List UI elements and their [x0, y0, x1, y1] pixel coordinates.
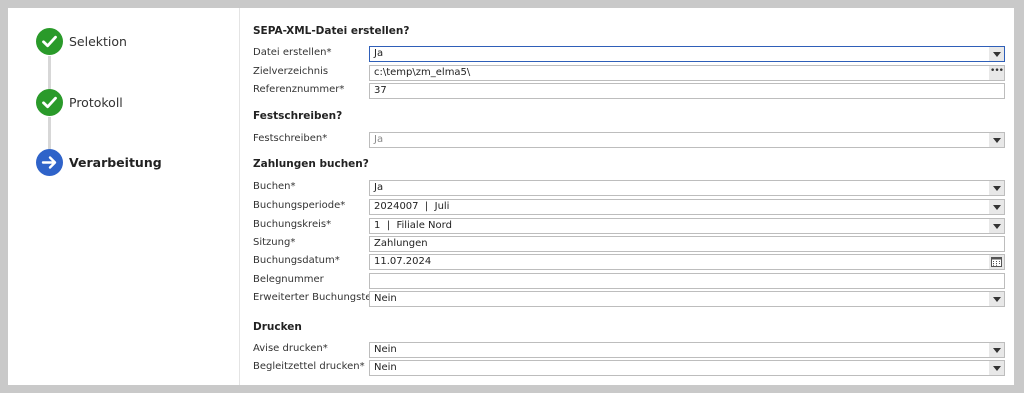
row-begleitzettel: Begleitzettel drucken* Nein	[253, 360, 1005, 376]
field-value: 11.07.2024	[374, 256, 432, 267]
row-sitzung: Sitzung* Zahlungen	[253, 236, 1005, 252]
row-zielverzeichnis: Zielverzeichnis c:\temp\zm_elma5\ •••	[253, 65, 1005, 81]
field-value: 2024007 | Juli	[374, 201, 450, 212]
step-label: Selektion	[69, 33, 127, 49]
field-label: Buchungsperiode*	[253, 200, 346, 211]
zielverzeichnis-input[interactable]: c:\temp\zm_elma5\ •••	[369, 65, 1005, 81]
field-value: Ja	[374, 134, 384, 145]
begleitzettel-select[interactable]: Nein	[369, 360, 1005, 376]
step-selektion[interactable]: Selektion	[36, 27, 127, 55]
field-value: Ja	[374, 48, 384, 59]
chevron-down-icon[interactable]	[989, 133, 1004, 147]
chevron-down-icon[interactable]	[989, 292, 1004, 306]
field-label: Belegnummer	[253, 274, 324, 285]
field-label: Avise drucken*	[253, 343, 328, 354]
checkmark-icon	[36, 27, 63, 55]
calendar-icon[interactable]	[989, 255, 1004, 269]
row-avise: Avise drucken* Nein	[253, 342, 1005, 358]
chevron-down-icon[interactable]	[989, 47, 1004, 61]
row-festschreiben: Festschreiben* Ja	[253, 132, 1005, 148]
row-buchungskreis: Buchungskreis* 1 | Filiale Nord	[253, 218, 1005, 234]
chevron-down-icon[interactable]	[989, 343, 1004, 357]
buchungsperiode-select[interactable]: 2024007 | Juli	[369, 199, 1005, 215]
row-datei-erstellen: Datei erstellen* Ja	[253, 46, 1005, 62]
sidebar-divider	[239, 8, 240, 385]
avise-select[interactable]: Nein	[369, 342, 1005, 358]
field-label: Begleitzettel drucken*	[253, 361, 365, 372]
row-buchen: Buchen* Ja	[253, 180, 1005, 196]
arrow-right-icon	[36, 148, 63, 176]
field-value: 37	[374, 85, 387, 96]
step-label: Protokoll	[69, 94, 123, 110]
chevron-down-icon[interactable]	[989, 219, 1004, 233]
wizard-step-sidebar: Selektion Protokoll Verarbeitung	[8, 8, 238, 385]
festschreiben-select[interactable]: Ja	[369, 132, 1005, 148]
step-protokoll[interactable]: Protokoll	[36, 88, 123, 116]
row-buchungstext: Erweiterter Buchungstext* Nein	[253, 291, 1005, 307]
field-label: Buchungskreis*	[253, 219, 332, 230]
field-label: Referenznummer*	[253, 84, 345, 95]
chevron-down-icon[interactable]	[989, 361, 1004, 375]
ellipsis-icon[interactable]: •••	[989, 66, 1004, 80]
field-value: Ja	[374, 182, 384, 193]
section-title-festschreiben: Festschreiben?	[253, 110, 343, 122]
section-title-zahlungen: Zahlungen buchen?	[253, 158, 369, 170]
field-label: Datei erstellen*	[253, 47, 332, 58]
field-label: Sitzung*	[253, 237, 296, 248]
referenznummer-input[interactable]: 37	[369, 83, 1005, 99]
chevron-down-icon[interactable]	[989, 181, 1004, 195]
field-value: Nein	[374, 293, 397, 304]
step-connector	[48, 117, 51, 151]
form-panel: SEPA-XML-Datei erstellen? Datei erstelle…	[253, 8, 1008, 385]
field-label: Buchen*	[253, 181, 296, 192]
row-belegnummer: Belegnummer	[253, 273, 1005, 289]
row-buchungsperiode: Buchungsperiode* 2024007 | Juli	[253, 199, 1005, 215]
step-label: Verarbeitung	[69, 154, 162, 170]
wizard-window: Selektion Protokoll Verarbeitung SEPA-XM…	[8, 8, 1014, 385]
field-label: Zielverzeichnis	[253, 66, 329, 77]
datei-erstellen-select[interactable]: Ja	[369, 46, 1005, 62]
step-connector	[48, 56, 51, 90]
field-label: Festschreiben*	[253, 133, 328, 144]
field-value: Zahlungen	[374, 238, 428, 249]
belegnummer-input[interactable]	[369, 273, 1005, 289]
field-label: Erweiterter Buchungstext*	[253, 292, 387, 303]
field-label: Buchungsdatum*	[253, 255, 340, 266]
checkmark-icon	[36, 88, 63, 116]
field-value: 1 | Filiale Nord	[374, 220, 452, 231]
buchungsdatum-input[interactable]: 11.07.2024	[369, 254, 1005, 270]
step-verarbeitung[interactable]: Verarbeitung	[36, 148, 162, 176]
buchungstext-select[interactable]: Nein	[369, 291, 1005, 307]
sitzung-input[interactable]: Zahlungen	[369, 236, 1005, 252]
field-value: Nein	[374, 344, 397, 355]
field-value: c:\temp\zm_elma5\	[374, 67, 471, 78]
field-value: Nein	[374, 362, 397, 373]
chevron-down-icon[interactable]	[989, 200, 1004, 214]
section-title-sepa: SEPA-XML-Datei erstellen?	[253, 25, 410, 37]
buchen-select[interactable]: Ja	[369, 180, 1005, 196]
row-buchungsdatum: Buchungsdatum* 11.07.2024	[253, 254, 1005, 270]
buchungskreis-select[interactable]: 1 | Filiale Nord	[369, 218, 1005, 234]
row-referenznummer: Referenznummer* 37	[253, 83, 1005, 99]
section-title-drucken: Drucken	[253, 321, 302, 333]
